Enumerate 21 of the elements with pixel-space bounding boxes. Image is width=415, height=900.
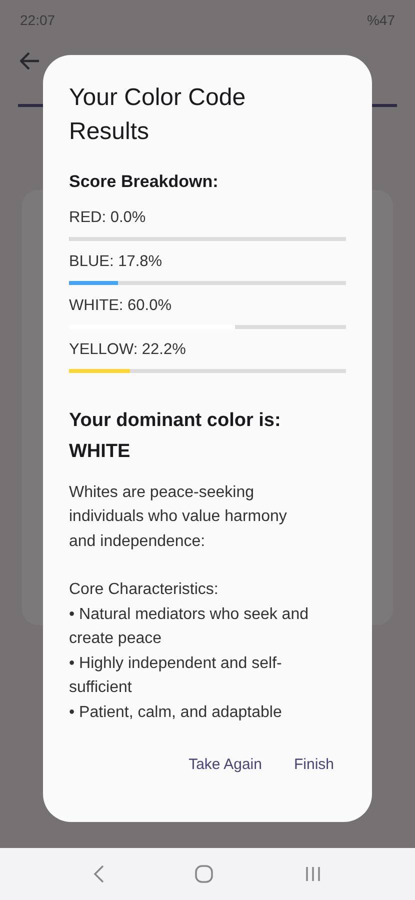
section-heading: Score Breakdown: bbox=[69, 171, 220, 193]
characteristics-heading: Core Characteristics: bbox=[69, 580, 220, 600]
take-again-button[interactable]: Take Again bbox=[176, 746, 274, 784]
bullet-item: • Natural mediators who seek and create peace bbox=[69, 604, 310, 649]
back-icon[interactable] bbox=[92, 864, 105, 884]
bullet-item: • Highly independent and self-sufficient bbox=[69, 654, 283, 698]
finish-button[interactable]: Finish bbox=[282, 746, 346, 784]
status-time: 22:07 bbox=[20, 10, 56, 30]
dominant-color: WHITE bbox=[69, 440, 130, 462]
score-label: YELLOW: 22.2% bbox=[69, 340, 187, 360]
home-icon[interactable] bbox=[194, 864, 214, 884]
score-label: WHITE: 60.0% bbox=[69, 296, 172, 316]
recent-apps-icon[interactable] bbox=[304, 865, 322, 883]
dominant-heading: Your dominant color is: bbox=[69, 410, 281, 430]
score-label: RED: 0.0% bbox=[69, 208, 147, 228]
score-label: BLUE: 17.8% bbox=[69, 252, 164, 272]
description-text: Whites are peace-seeking individuals who value harmony and independence: bbox=[69, 482, 288, 552]
battery-level: %47 bbox=[366, 10, 395, 30]
bullet-item: • Patient, calm, and adaptable bbox=[69, 702, 283, 722]
dialog-title: Your Color Code Results bbox=[69, 83, 247, 147]
back-arrow-icon[interactable] bbox=[20, 52, 40, 70]
